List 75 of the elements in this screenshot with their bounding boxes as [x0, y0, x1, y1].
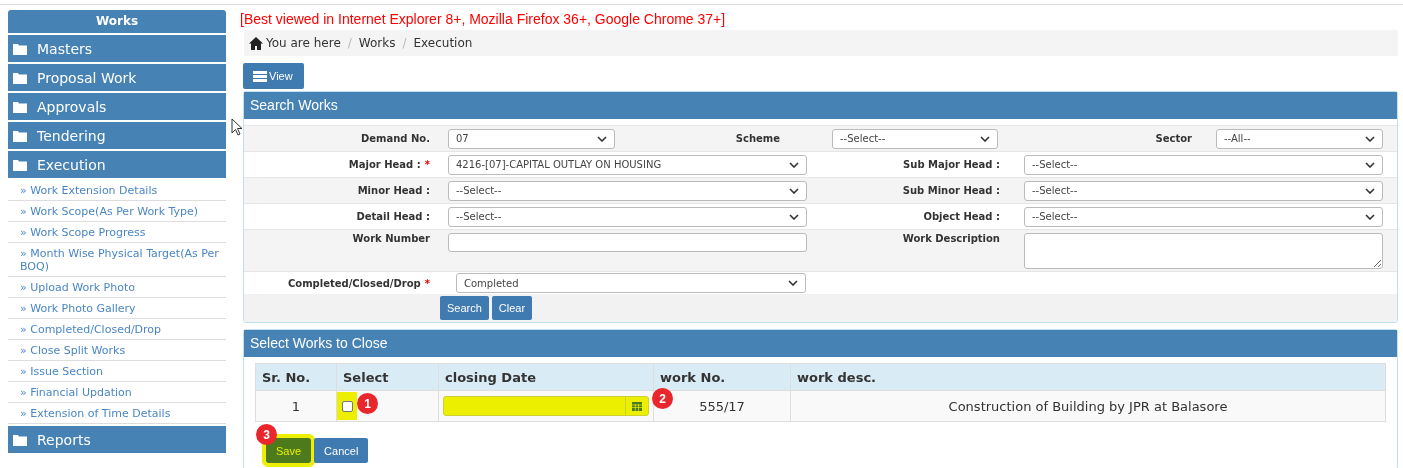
folder-icon	[13, 129, 27, 142]
sidebar-section[interactable]: Tendering	[8, 122, 226, 149]
field-label: Sub Minor Head :	[902, 185, 1000, 196]
folder-icon	[13, 100, 27, 113]
table-cell: 1	[255, 390, 337, 422]
dropdown[interactable]: --Select--	[1024, 206, 1383, 227]
sidebar-section[interactable]: Proposal Work	[8, 64, 226, 91]
dropdown[interactable]: --Select--	[448, 206, 807, 227]
sidebar-title: Works	[8, 10, 226, 33]
chevron-down-icon	[788, 280, 798, 286]
sidebar-section[interactable]: Approvals	[8, 93, 226, 120]
sidebar-section[interactable]: Masters	[8, 35, 226, 62]
column-header: closing Date	[438, 363, 654, 391]
step-badge: 3	[256, 424, 277, 445]
chevron-down-icon	[789, 161, 799, 168]
chevron-down-icon	[789, 213, 799, 220]
chevron-down-icon	[1365, 213, 1375, 220]
cancel-button[interactable]: Cancel	[314, 438, 369, 463]
breadcrumb-link[interactable]: Execution	[413, 36, 473, 50]
chevron-down-icon	[1365, 161, 1375, 168]
chevron-down-icon	[789, 187, 799, 194]
field-label: Completed/Closed/Drop	[287, 277, 421, 289]
table-cell: 555/17	[699, 398, 745, 414]
folder-icon	[13, 42, 27, 55]
field-label: Sub Major Head :	[903, 159, 1000, 170]
column-header: Select	[336, 363, 439, 391]
list-icon	[253, 70, 267, 82]
view-button[interactable]: View	[243, 63, 304, 89]
dropdown[interactable]: --Select--	[448, 180, 807, 201]
panel-header: Select Works to Close	[244, 330, 1397, 357]
date-field[interactable]	[443, 396, 649, 416]
dropdown[interactable]: 4216-[07]-CAPITAL OUTLAY ON HOUSING	[448, 154, 807, 175]
folder-icon	[13, 433, 27, 446]
field-label: Minor Head :	[357, 185, 430, 196]
breadcrumb-text: You are here	[266, 36, 341, 50]
field-label: Detail Head :	[356, 211, 430, 222]
step-badge: 1	[357, 393, 378, 414]
text-field[interactable]	[448, 233, 807, 252]
action-button[interactable]: Clear	[491, 296, 533, 320]
chevron-down-icon	[980, 135, 990, 142]
field-label: Object Head :	[923, 211, 1000, 222]
dropdown[interactable]: --All--	[1216, 128, 1383, 149]
checkbox[interactable]	[341, 400, 353, 412]
column-header: work desc.	[790, 363, 1386, 391]
folder-icon	[13, 158, 27, 171]
field-label: Scheme	[735, 133, 780, 144]
text-area[interactable]	[1024, 233, 1383, 269]
field-label: Work Description	[902, 233, 1000, 244]
column-header: Sr. No.	[255, 363, 337, 391]
chevron-down-icon	[1365, 187, 1375, 194]
dropdown[interactable]: Completed	[456, 273, 806, 293]
dropdown[interactable]: --Select--	[832, 128, 998, 149]
table-cell: Construction of Building by JPR at Balasore	[790, 390, 1386, 422]
chevron-down-icon	[1365, 135, 1375, 142]
breadcrumb-link[interactable]: Works	[358, 36, 396, 50]
action-button[interactable]: Search	[440, 296, 489, 320]
chevron-down-icon	[597, 135, 607, 142]
sidebar-section[interactable]: Execution	[8, 151, 226, 178]
breadcrumb-separator: /	[347, 36, 352, 50]
breadcrumb-separator: /	[402, 36, 407, 50]
field-label: Demand No.	[360, 133, 430, 144]
column-header: work No.	[653, 363, 791, 391]
browser-notice: [Best viewed in Internet Explorer 8+, Mozilla Firefox 36+, Google Chrome 37+]	[240, 10, 727, 29]
required-mark: *	[424, 159, 430, 170]
required-mark: *	[424, 277, 430, 289]
dropdown[interactable]: --Select--	[1024, 154, 1383, 175]
panel-header: Search Works	[244, 92, 1397, 119]
dropdown[interactable]: 07	[448, 128, 615, 149]
field-label: Sector	[1155, 133, 1192, 144]
field-label: Work Number	[352, 233, 430, 244]
field-label: Major Head :	[348, 159, 421, 170]
dropdown[interactable]: --Select--	[1024, 180, 1383, 201]
sidebar-section[interactable]: Reports	[8, 426, 226, 453]
folder-icon	[13, 71, 27, 84]
home-icon	[249, 36, 263, 50]
